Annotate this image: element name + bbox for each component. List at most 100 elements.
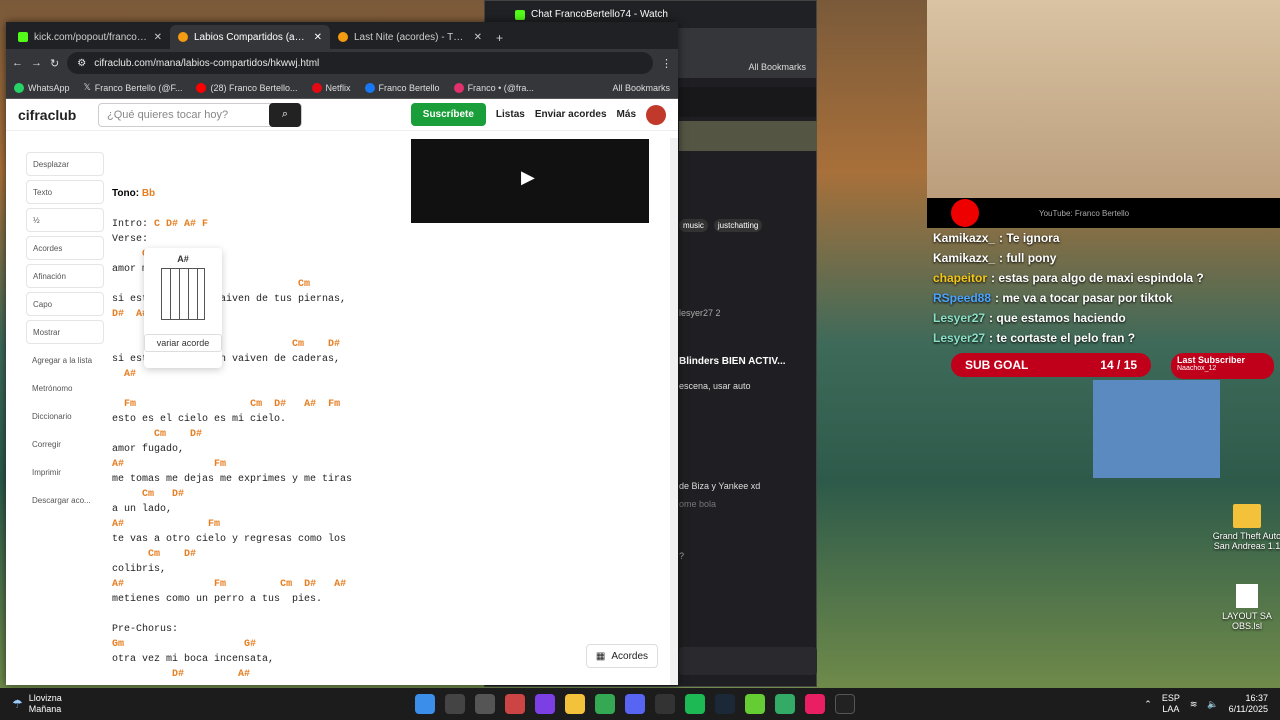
front-browser-window[interactable]: kick.com/popout/francobertello✕ Labios C… (6, 22, 678, 685)
site-header: cifraclub ¿Qué quieres tocar hoy? ⌕ Suscr… (6, 99, 678, 131)
youtube-icon (196, 82, 207, 93)
wifi-icon[interactable]: ≋ (1190, 699, 1198, 710)
kick-icon (515, 9, 525, 20)
game-preview (1093, 380, 1220, 478)
new-tab-icon[interactable]: + (496, 31, 503, 45)
nav-link[interactable]: Enviar acordes (535, 109, 607, 120)
tool-mostrar[interactable]: Mostrar (26, 320, 104, 344)
start-icon[interactable] (415, 694, 435, 714)
spotify-icon[interactable] (685, 694, 705, 714)
desktop-icon-layout[interactable]: LAYOUT SA OBS.lsl (1212, 584, 1280, 632)
scrollbar[interactable] (670, 138, 678, 685)
language-indicator[interactable]: ESP LAA (1162, 693, 1180, 715)
forward-icon[interactable]: → (31, 57, 42, 69)
tool-desplazar[interactable]: Desplazar (26, 152, 104, 176)
volume-icon[interactable]: 🔈 (1207, 699, 1218, 710)
chat-line: ome bola (679, 499, 717, 509)
system-tray: ⌃ ESP LAA ≋ 🔈 16:37 6/11/2025 (1144, 693, 1280, 715)
popup-chord: A# (177, 254, 189, 264)
tab-title[interactable]: Chat FrancoBertello74 - Watch (531, 9, 668, 20)
chat-message: Lesyer27: que estamos haciendo (933, 311, 1126, 325)
site-logo[interactable]: cifraclub (18, 107, 88, 123)
steam-icon[interactable] (715, 694, 735, 714)
discord-icon[interactable] (625, 694, 645, 714)
address-bar[interactable]: ⚙ cifraclub.com/mana/labios-compartidos/h… (67, 52, 653, 74)
close-icon[interactable]: ✕ (154, 32, 162, 43)
tool-metronomo[interactable]: Metrónomo (26, 376, 104, 400)
video-player[interactable]: ▶ (411, 139, 649, 223)
search-icon[interactable]: ⌕ (269, 102, 301, 127)
bookmark[interactable]: (28) Franco Bertello... (196, 82, 298, 93)
all-bookmarks[interactable]: All Bookmarks (748, 62, 806, 72)
file-icon (1236, 584, 1258, 608)
app-icon[interactable] (745, 694, 765, 714)
desktop-icon-gta[interactable]: Grand Theft Auto San Andreas 1.1 (1212, 504, 1280, 552)
tag[interactable]: music (679, 219, 708, 232)
tool-afinacion[interactable]: Afinación (26, 264, 104, 288)
cifraclub-icon (338, 32, 348, 42)
tool-imprimir[interactable]: Imprimir (26, 460, 104, 484)
task-view-icon[interactable] (475, 694, 495, 714)
epic-icon[interactable] (835, 694, 855, 714)
menu-icon[interactable]: ⋮ (661, 57, 672, 70)
file-explorer-icon[interactable] (565, 694, 585, 714)
bookmark[interactable]: Franco Bertello (364, 82, 440, 93)
webcam-area (927, 0, 1280, 220)
tool-descargar[interactable]: Descargar aco... (26, 488, 104, 512)
avatar[interactable] (646, 104, 666, 125)
bookmark[interactable]: 𝕏 Franco Bertello (@F... (84, 82, 183, 93)
bookmark[interactable]: WhatsApp (14, 82, 70, 93)
tool-size[interactable]: ½ (26, 208, 104, 232)
chat-line: de Biza y Yankee xd (679, 481, 761, 491)
tool-acordes[interactable]: Acordes (26, 236, 104, 260)
tiktok-icon[interactable] (805, 694, 825, 714)
tool-agregar[interactable]: Agregar a la lista (26, 348, 104, 372)
youtube-label: YouTube: Franco Bertello (1039, 208, 1130, 218)
stream-overlay: YouTube: Franco Bertello Kamikazx_: Te i… (927, 0, 1280, 478)
tono-line: Tono: Bb (112, 188, 156, 199)
play-icon[interactable]: ▶ (521, 167, 535, 188)
search-input[interactable]: ¿Qué quieres tocar hoy? ⌕ (98, 102, 302, 127)
tab-labios[interactable]: Labios Compartidos (acordes) -✕ (170, 25, 330, 49)
back-icon[interactable]: ← (12, 57, 23, 69)
tool-texto[interactable]: Texto (26, 180, 104, 204)
instagram-icon (453, 82, 464, 93)
acordes-button[interactable]: ▦ Acordes (586, 644, 658, 668)
nav-link[interactable]: Listas (496, 109, 525, 120)
tool-capo[interactable]: Capo (26, 292, 104, 316)
app-icon[interactable] (505, 694, 525, 714)
search-icon[interactable] (445, 694, 465, 714)
tool-diccionario[interactable]: Diccionario (26, 404, 104, 428)
subscribe-button[interactable]: Suscríbete (410, 103, 486, 126)
nav-link[interactable]: Más (617, 109, 636, 120)
user-count: 2 (715, 308, 721, 318)
tool-corregir[interactable]: Corregir (26, 432, 104, 456)
chord-popup: A# variar acorde (144, 248, 222, 368)
weather-widget[interactable]: ☂ Llovizna Mañana (0, 693, 200, 715)
chat-input[interactable] (679, 647, 817, 675)
obs-icon[interactable] (655, 694, 675, 714)
chevron-up-icon[interactable]: ⌃ (1144, 699, 1152, 710)
tab-lastnite[interactable]: Last Nite (acordes) - The Strokes✕ (330, 25, 490, 49)
variar-acorde-button[interactable]: variar acorde (144, 334, 222, 352)
reload-icon[interactable]: ↻ (50, 57, 59, 70)
close-icon[interactable]: ✕ (474, 32, 482, 43)
app-icon[interactable] (535, 694, 555, 714)
netflix-icon (311, 82, 322, 93)
all-bookmarks[interactable]: All Bookmarks (612, 83, 670, 93)
close-icon[interactable]: ✕ (314, 32, 322, 43)
chrome-icon[interactable] (595, 694, 615, 714)
bookmark[interactable]: Franco • (@fra... (453, 82, 534, 93)
site-info-icon[interactable]: ⚙ (77, 58, 86, 69)
youtube-icon (951, 199, 979, 227)
tono-value[interactable]: Bb (142, 188, 155, 199)
clock[interactable]: 16:37 6/11/2025 (1229, 693, 1268, 715)
bookmark[interactable]: Netflix (311, 82, 351, 93)
pinned-title[interactable]: Blinders BIEN ACTIV... (679, 356, 786, 367)
toolbar: ← → ↻ ⚙ cifraclub.com/mana/labios-compart… (6, 49, 678, 77)
app-icon[interactable] (775, 694, 795, 714)
rain-icon: ☂ (12, 697, 23, 711)
tag[interactable]: justchatting (713, 219, 763, 232)
taskbar: ☂ Llovizna Mañana ⌃ ESP LAA ≋ 🔈 16:37 6/11/… (0, 688, 1280, 720)
tab-kick[interactable]: kick.com/popout/francobertello✕ (10, 25, 170, 49)
